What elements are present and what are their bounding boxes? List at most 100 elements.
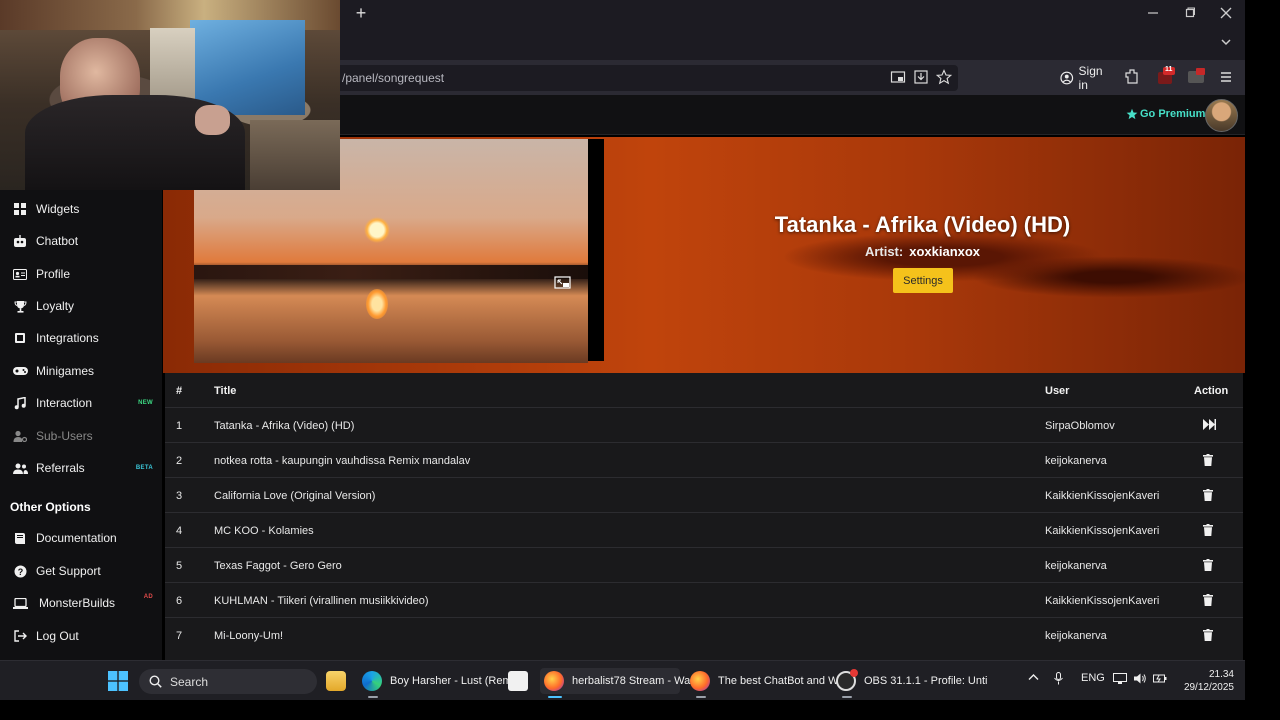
sidebar-item-documentation[interactable]: Documentation	[0, 525, 162, 551]
sidebar-item-profile[interactable]: Profile	[0, 261, 162, 287]
gamepad-icon	[12, 363, 28, 379]
windows-start-icon[interactable]	[108, 671, 128, 691]
menu-hamburger-icon[interactable]	[1216, 67, 1238, 89]
taskbar-app-firefox-chatbot[interactable]: The best ChatBot and W	[690, 668, 838, 698]
taskbar-app-edge[interactable]: Boy Harsher - Lust (Rem	[362, 668, 512, 698]
widgets-icon	[12, 201, 28, 217]
webcam-overlay	[0, 0, 340, 190]
video-side-bar	[588, 139, 604, 361]
taskbar-store[interactable]	[508, 668, 536, 694]
close-icon[interactable]	[1216, 4, 1236, 24]
restore-icon[interactable]	[1180, 4, 1200, 24]
sidebar-item-label: Widgets	[36, 202, 80, 216]
webcam-blue-tapestry	[190, 20, 305, 115]
sidebar-item-log-out[interactable]: Log Out	[0, 623, 162, 649]
trash-icon[interactable]	[1203, 559, 1215, 571]
ad-badge: AD	[143, 594, 153, 600]
sidebar-item-label: Loyalty	[36, 299, 75, 313]
extension-badge-count: 11	[1165, 66, 1173, 73]
row-number: 7	[176, 630, 183, 642]
download-icon[interactable]	[913, 69, 931, 87]
volume-icon[interactable]	[1133, 672, 1147, 688]
running-indicator	[842, 696, 852, 698]
user-avatar[interactable]	[1205, 99, 1238, 132]
running-indicator	[696, 696, 706, 698]
row-user: keijokanerva	[1045, 630, 1107, 642]
language-indicator[interactable]: ENG	[1081, 672, 1105, 684]
go-premium-link[interactable]: Go Premium	[1126, 108, 1205, 120]
row-user: keijokanerva	[1045, 560, 1107, 572]
column-header-title: Title	[214, 385, 237, 397]
minimize-icon[interactable]	[1143, 4, 1163, 24]
taskbar-clock[interactable]: 21.34 29/12/2025	[1172, 668, 1234, 694]
sidebar-item-label: Sub-Users	[36, 429, 93, 443]
sidebar-item-integrations[interactable]: Integrations	[0, 325, 162, 351]
sidebar-item-chatbot[interactable]: Chatbot	[0, 228, 162, 254]
sign-in-button[interactable]: Sign in	[1056, 64, 1114, 92]
trash-icon[interactable]	[1203, 594, 1215, 606]
sidebar-item-get-support[interactable]: ? Get Support	[0, 558, 162, 584]
table-row: 4 MC KOO - Kolamies KaikkienKissojenKave…	[165, 513, 1243, 548]
show-hidden-icons-chevron[interactable]	[1028, 672, 1039, 686]
row-title: Tatanka - Afrika (Video) (HD)	[214, 420, 355, 432]
row-number: 4	[176, 525, 183, 537]
skip-forward-icon[interactable]	[1203, 419, 1216, 431]
horizon-treeline	[194, 265, 588, 279]
sidebar-item-minigames[interactable]: Minigames	[0, 358, 162, 384]
settings-button[interactable]: Settings	[893, 268, 953, 293]
webcam-person-hand	[195, 105, 230, 135]
table-row: 2 notkea rotta - kaupungin vauhdissa Rem…	[165, 443, 1243, 478]
new-tab-button[interactable]: +	[352, 3, 370, 25]
taskbar-search[interactable]: Search	[139, 669, 317, 694]
bookmark-star-icon[interactable]	[935, 69, 954, 87]
taskbar-app-label: OBS 31.1.1 - Profile: Unti	[864, 675, 988, 687]
running-indicator	[368, 696, 378, 698]
svg-text:?: ?	[17, 567, 23, 577]
row-user: KaikkienKissojenKaveri	[1045, 490, 1160, 502]
twitch-extension-icon[interactable]	[1186, 67, 1208, 89]
microphone-icon[interactable]	[1053, 672, 1064, 688]
battery-icon[interactable]	[1153, 672, 1167, 688]
row-title: Texas Faggot - Gero Gero	[214, 560, 342, 572]
sidebar-item-referrals[interactable]: Referrals BETA	[0, 455, 162, 481]
picture-in-picture-icon[interactable]	[890, 69, 908, 87]
robot-icon	[12, 233, 28, 249]
row-user: keijokanerva	[1045, 455, 1107, 467]
sidebar-item-widgets[interactable]: Widgets	[0, 196, 162, 222]
row-title: Mi-Loony-Um!	[214, 630, 284, 642]
now-playing-artist: Artist: xoxkianxox	[660, 244, 1185, 259]
table-row: 6 KUHLMAN - Tiikeri (virallinen musiikki…	[165, 583, 1243, 618]
edge-browser-icon	[362, 671, 382, 691]
sidebar-item-interaction[interactable]: Interaction NEW	[0, 390, 162, 416]
plug-icon	[12, 330, 28, 346]
artist-label: Artist:	[864, 244, 904, 259]
sidebar-item-label: Chatbot	[36, 234, 79, 248]
picture-in-picture-overlay-icon[interactable]	[554, 275, 572, 291]
music-icon	[12, 395, 28, 411]
taskbar-file-explorer[interactable]	[326, 668, 354, 694]
sidebar-item-monsterbuilds[interactable]: MonsterBuilds AD	[0, 590, 162, 616]
sun-image	[364, 217, 390, 243]
sidebar-item-label: Get Support	[36, 564, 101, 578]
taskbar-app-firefox-stream[interactable]: herbalist78 Stream - Wa	[540, 668, 690, 698]
folder-icon	[326, 671, 346, 691]
sidebar-item-loyalty[interactable]: Loyalty	[0, 293, 162, 319]
trash-icon[interactable]	[1203, 489, 1215, 501]
list-all-tabs-icon[interactable]	[1220, 36, 1232, 51]
row-title: California Love (Original Version)	[214, 490, 376, 502]
column-header-action: Action	[1194, 385, 1229, 397]
row-title: MC KOO - Kolamies	[214, 525, 314, 537]
taskbar-app-obs[interactable]: OBS 31.1.1 - Profile: Unti	[836, 668, 988, 698]
trash-icon[interactable]	[1203, 524, 1215, 536]
trash-icon[interactable]	[1203, 629, 1215, 641]
trash-icon[interactable]	[1203, 454, 1215, 466]
row-title: notkea rotta - kaupungin vauhdissa Remix…	[214, 455, 471, 467]
network-icon[interactable]	[1113, 672, 1127, 688]
address-bar[interactable]: /panel/songrequest	[330, 65, 958, 91]
sidebar-item-sub-users[interactable]: Sub-Users	[0, 423, 162, 449]
table-row: 5 Texas Faggot - Gero Gero keijokanerva	[165, 548, 1243, 583]
beta-badge: BETA	[135, 465, 153, 471]
extensions-icon[interactable]	[1122, 67, 1144, 89]
question-icon: ?	[12, 563, 28, 579]
ublock-extension-icon[interactable]: 11	[1155, 66, 1177, 89]
